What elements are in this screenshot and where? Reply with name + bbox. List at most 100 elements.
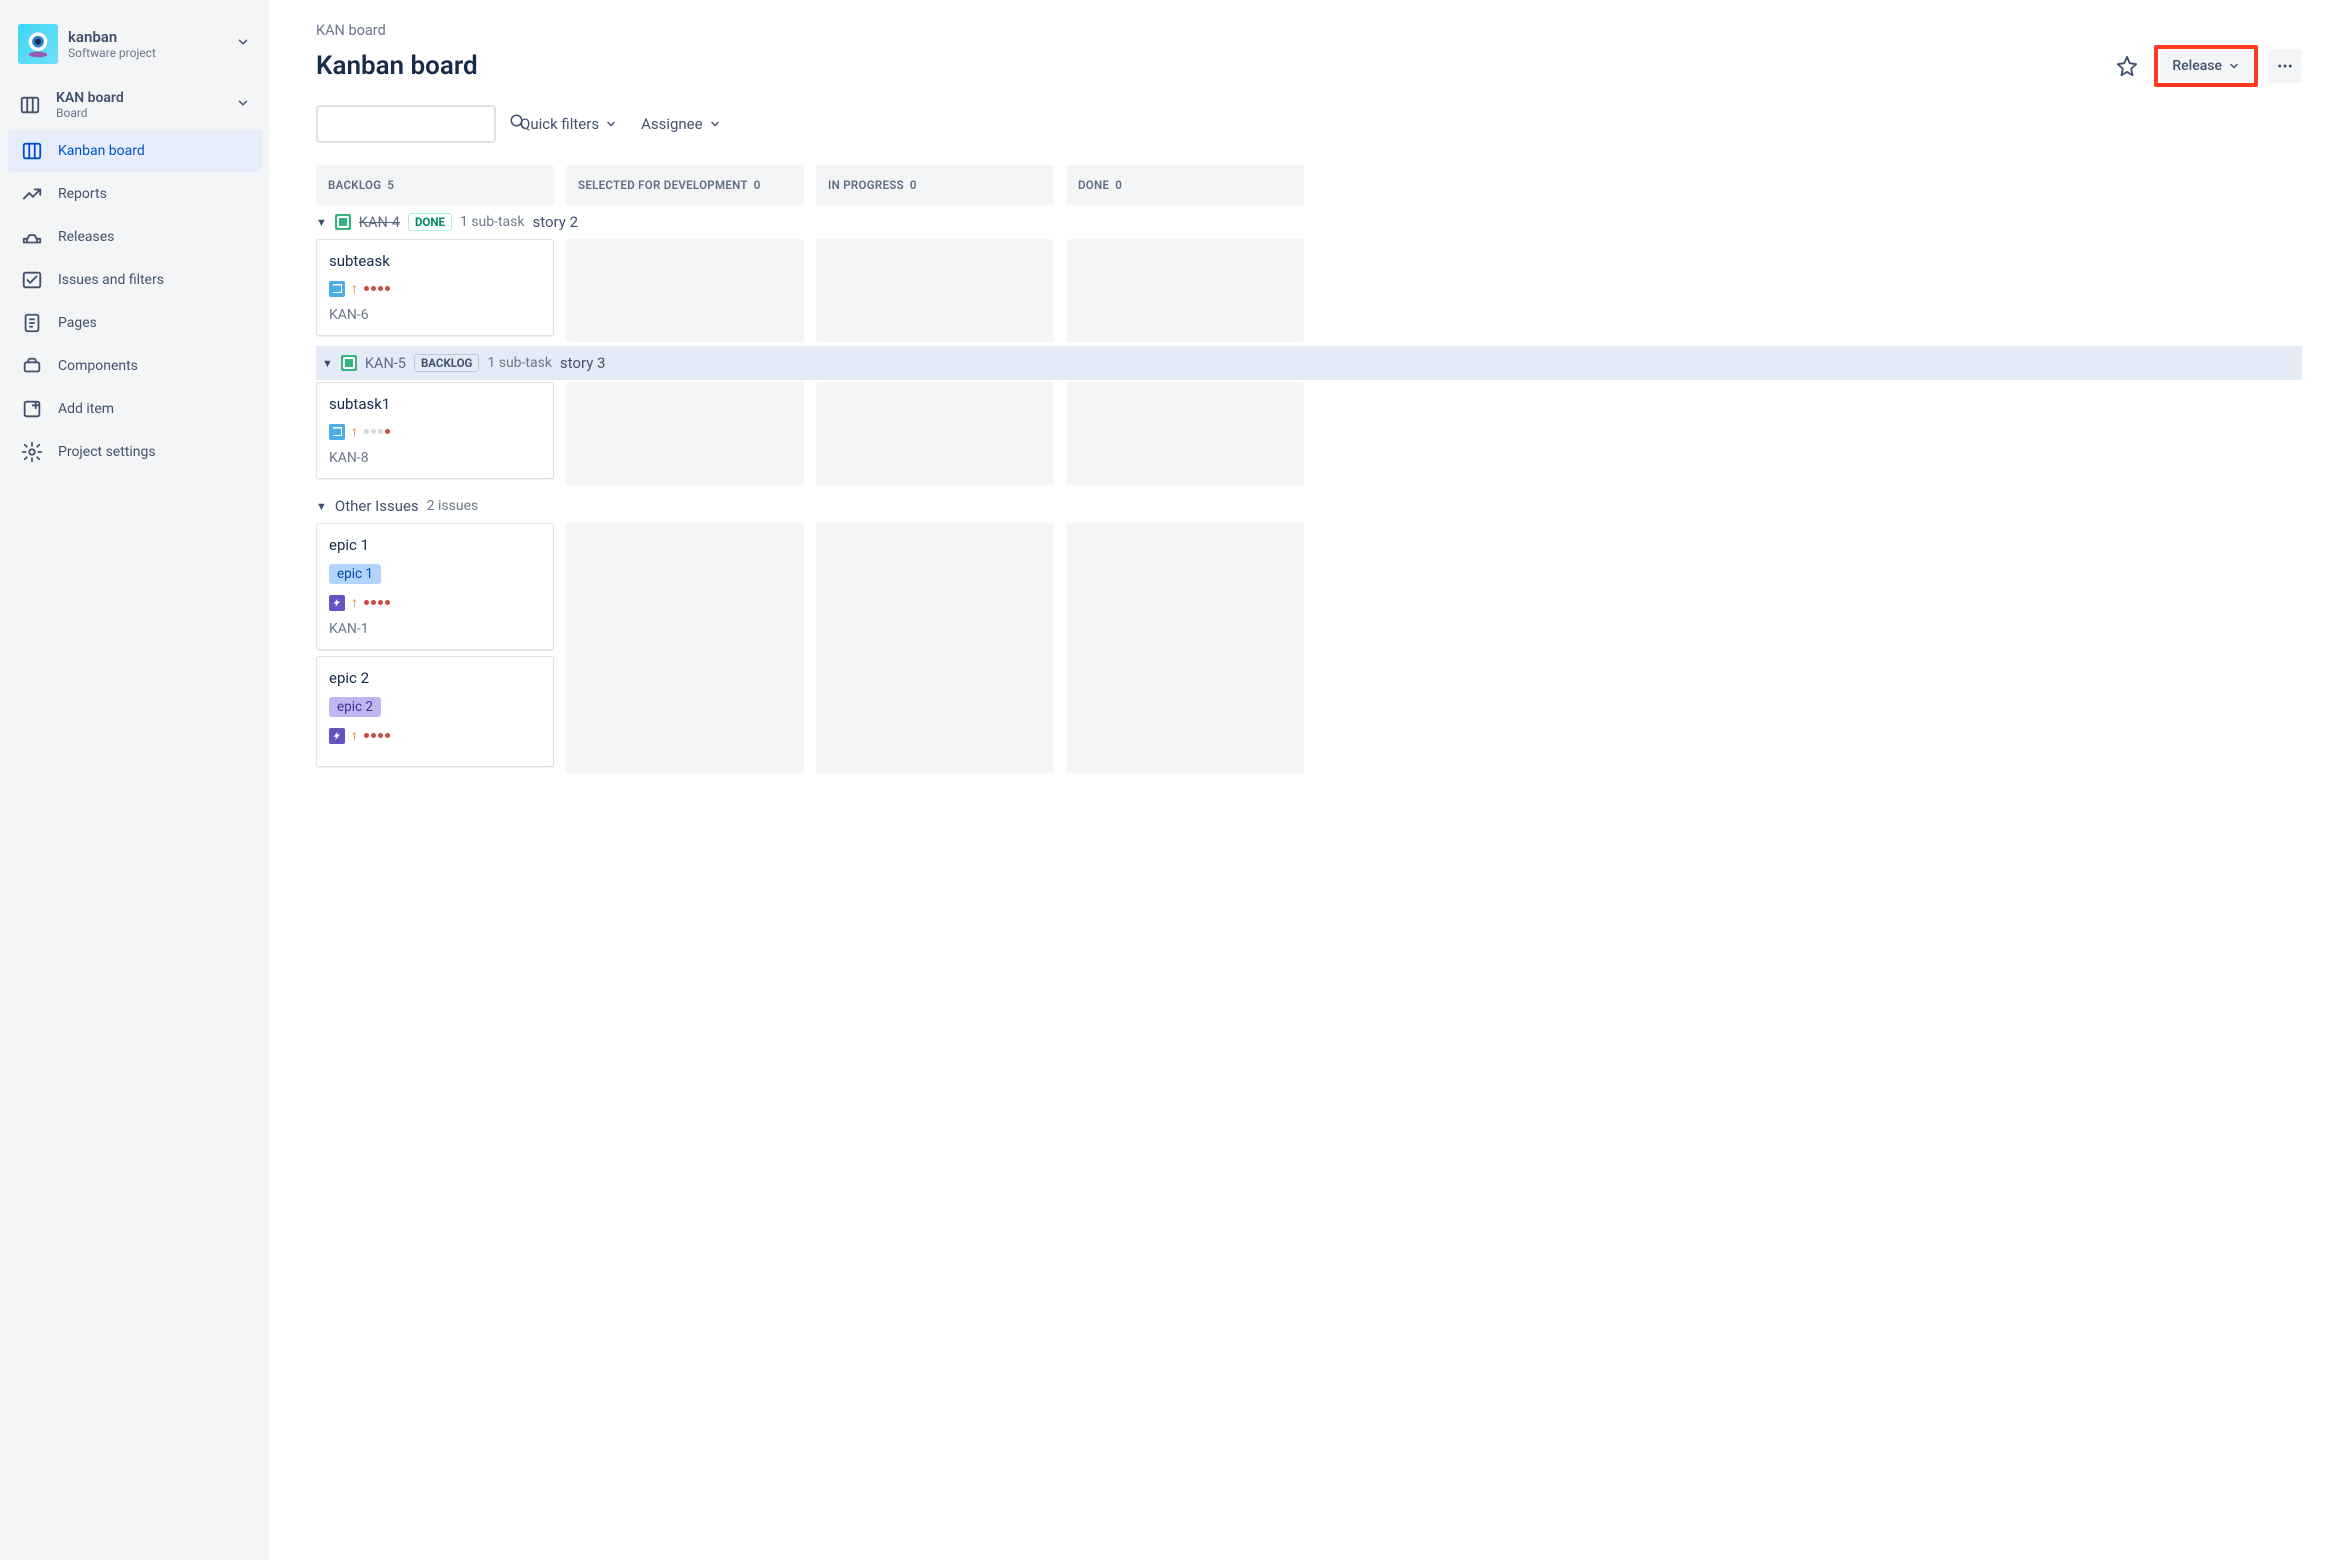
- card-key: KAN-8: [329, 450, 541, 466]
- page-title: Kanban board: [316, 51, 478, 81]
- card-dots: [364, 429, 390, 434]
- sidebar-item-label: Kanban board: [58, 143, 145, 159]
- issue-card[interactable]: subtask1 ↑ KAN-8: [316, 382, 554, 479]
- priority-icon: ↑: [351, 594, 358, 611]
- card-title: subteask: [329, 252, 541, 270]
- empty-column[interactable]: [816, 382, 1054, 485]
- issue-count: 2 issues: [427, 498, 479, 514]
- card-dots: [364, 600, 390, 605]
- epic-badge[interactable]: epic 1: [329, 564, 381, 584]
- column-header[interactable]: BACKLOG 5: [316, 165, 554, 205]
- column-count: 0: [910, 178, 917, 192]
- priority-icon: ↑: [351, 280, 358, 297]
- subtask-count: 1 sub-task: [487, 355, 552, 371]
- column-name: SELECTED FOR DEVELOPMENT: [578, 178, 748, 192]
- project-type: Software project: [68, 46, 156, 60]
- card-title: epic 2: [329, 669, 541, 687]
- sidebar-item-issues[interactable]: Issues and filters: [8, 259, 262, 301]
- empty-column[interactable]: [566, 239, 804, 342]
- empty-column[interactable]: [1066, 239, 1304, 342]
- sidebar-item-components[interactable]: Components: [8, 345, 262, 387]
- empty-column[interactable]: [566, 382, 804, 485]
- sidebar-item-reports[interactable]: Reports: [8, 173, 262, 215]
- epic-badge[interactable]: epic 2: [329, 697, 381, 717]
- sidebar-item-label: Issues and filters: [58, 272, 164, 288]
- sidebar: kanban Software project KAN board Board …: [0, 0, 270, 1560]
- column-header[interactable]: DONE0: [1066, 165, 1304, 205]
- breadcrumb[interactable]: KAN board: [316, 22, 2302, 39]
- board-group-icon: [18, 93, 42, 117]
- subtask-icon: [329, 281, 345, 297]
- issue-card[interactable]: subteask ↑ KAN-6: [316, 239, 554, 336]
- expand-icon[interactable]: ▼: [322, 357, 333, 370]
- sidebar-item-board[interactable]: Kanban board: [8, 130, 262, 172]
- card-dots: [364, 733, 390, 738]
- swimlane-title: Other Issues: [335, 497, 419, 515]
- epic-icon: [329, 595, 345, 611]
- quick-filters-label: Quick filters: [520, 115, 599, 133]
- expand-icon[interactable]: ▼: [316, 216, 327, 229]
- quick-filters-button[interactable]: Quick filters: [520, 115, 617, 133]
- sidebar-item-label: Project settings: [58, 444, 156, 460]
- chevron-down-icon[interactable]: [236, 96, 250, 114]
- project-avatar: [18, 24, 58, 64]
- project-header[interactable]: kanban Software project: [8, 20, 262, 80]
- column-count: 0: [754, 178, 761, 192]
- story-title: story 3: [560, 354, 606, 372]
- empty-column[interactable]: [1066, 523, 1304, 773]
- empty-column[interactable]: [816, 239, 1054, 342]
- chevron-down-icon[interactable]: [236, 35, 250, 53]
- priority-icon: ↑: [351, 423, 358, 440]
- search-input-container[interactable]: [316, 105, 496, 143]
- sidebar-item-label: Add item: [58, 401, 114, 417]
- search-input[interactable]: [328, 116, 509, 132]
- card-key: KAN-1: [329, 621, 541, 637]
- assignee-filter-button[interactable]: Assignee: [641, 115, 721, 133]
- more-button[interactable]: [2268, 49, 2302, 83]
- reports-icon: [20, 182, 44, 206]
- settings-icon: [20, 440, 44, 464]
- star-icon: [2116, 55, 2138, 77]
- empty-column[interactable]: [566, 523, 804, 773]
- column-header[interactable]: IN PROGRESS 0: [816, 165, 1054, 205]
- status-badge: BACKLOG: [414, 354, 479, 372]
- sidebar-item-label: Components: [58, 358, 138, 374]
- sidebar-item-pages[interactable]: Pages: [8, 302, 262, 344]
- sidebar-item-releases[interactable]: Releases: [8, 216, 262, 258]
- issue-key[interactable]: KAN-4: [359, 214, 400, 231]
- card-title: epic 1: [329, 536, 541, 554]
- sidebar-item-settings[interactable]: Project settings: [8, 431, 262, 473]
- column-header[interactable]: SELECTED FOR DEVELOPMENT 0: [566, 165, 804, 205]
- more-icon: [2276, 57, 2294, 75]
- release-button[interactable]: Release: [2160, 51, 2252, 81]
- sidebar-board-group[interactable]: KAN board Board: [8, 81, 262, 129]
- empty-column[interactable]: [1066, 382, 1304, 485]
- issue-key[interactable]: KAN-5: [365, 355, 406, 372]
- project-name: kanban: [68, 28, 156, 46]
- board-icon: [20, 139, 44, 163]
- swimlane-header[interactable]: ▼ KAN-5 BACKLOG 1 sub-task story 3: [316, 346, 2302, 380]
- sidebar-item-add[interactable]: Add item: [8, 388, 262, 430]
- epic-icon: [329, 728, 345, 744]
- story-icon: [341, 355, 357, 371]
- issue-card[interactable]: epic 1 epic 1 ↑ KAN-1: [316, 523, 554, 650]
- column-count: 0: [1115, 178, 1122, 192]
- column-count: 5: [387, 178, 394, 192]
- sidebar-item-label: Reports: [58, 186, 107, 202]
- card-key: KAN-6: [329, 307, 541, 323]
- column-name: IN PROGRESS: [828, 178, 904, 192]
- star-button[interactable]: [2110, 49, 2144, 83]
- card-title: subtask1: [329, 395, 541, 413]
- swimlane-header[interactable]: ▼ Other Issues 2 issues: [316, 489, 2302, 523]
- release-highlight-box: Release: [2154, 45, 2258, 87]
- issue-card[interactable]: epic 2epic 2↑: [316, 656, 554, 767]
- project-avatar-icon: [24, 30, 52, 58]
- releases-icon: [20, 225, 44, 249]
- expand-icon[interactable]: ▼: [316, 500, 327, 513]
- assignee-label: Assignee: [641, 115, 703, 133]
- empty-column[interactable]: [816, 523, 1054, 773]
- swimlane-header[interactable]: ▼KAN-4DONE1 sub-taskstory 2: [316, 205, 2302, 239]
- pages-icon: [20, 311, 44, 335]
- board-group-subtitle: Board: [56, 106, 124, 120]
- column-name: BACKLOG: [328, 178, 381, 192]
